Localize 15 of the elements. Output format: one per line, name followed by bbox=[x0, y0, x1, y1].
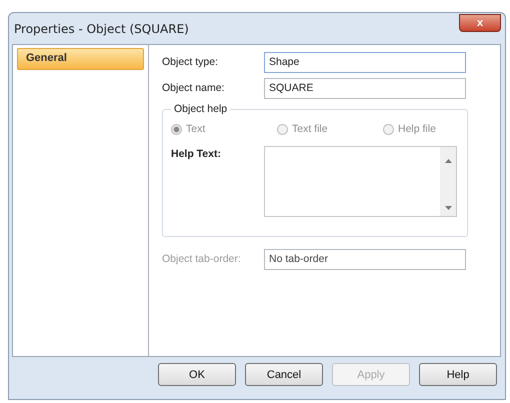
text-field[interactable]: SQUARE bbox=[264, 78, 466, 98]
group-title: Object help bbox=[173, 103, 228, 115]
field-label: Help Text: bbox=[171, 147, 222, 162]
field-label: Object tab-order: bbox=[162, 253, 242, 265]
dialog-button[interactable]: Help bbox=[419, 363, 497, 386]
window-title: Properties - Object (SQUARE) bbox=[13, 22, 189, 36]
field-label: Object name: bbox=[162, 82, 226, 94]
scrollbar[interactable] bbox=[440, 147, 456, 216]
text-field[interactable]: Shape bbox=[264, 52, 466, 72]
field-label: Object type: bbox=[162, 56, 220, 68]
scroll-up-icon[interactable] bbox=[444, 159, 452, 163]
scroll-down-icon[interactable] bbox=[444, 206, 452, 210]
sidebar-item[interactable]: General bbox=[17, 48, 144, 70]
dialog-button[interactable]: OK bbox=[158, 363, 236, 386]
dialog-button[interactable]: Cancel bbox=[245, 363, 323, 386]
